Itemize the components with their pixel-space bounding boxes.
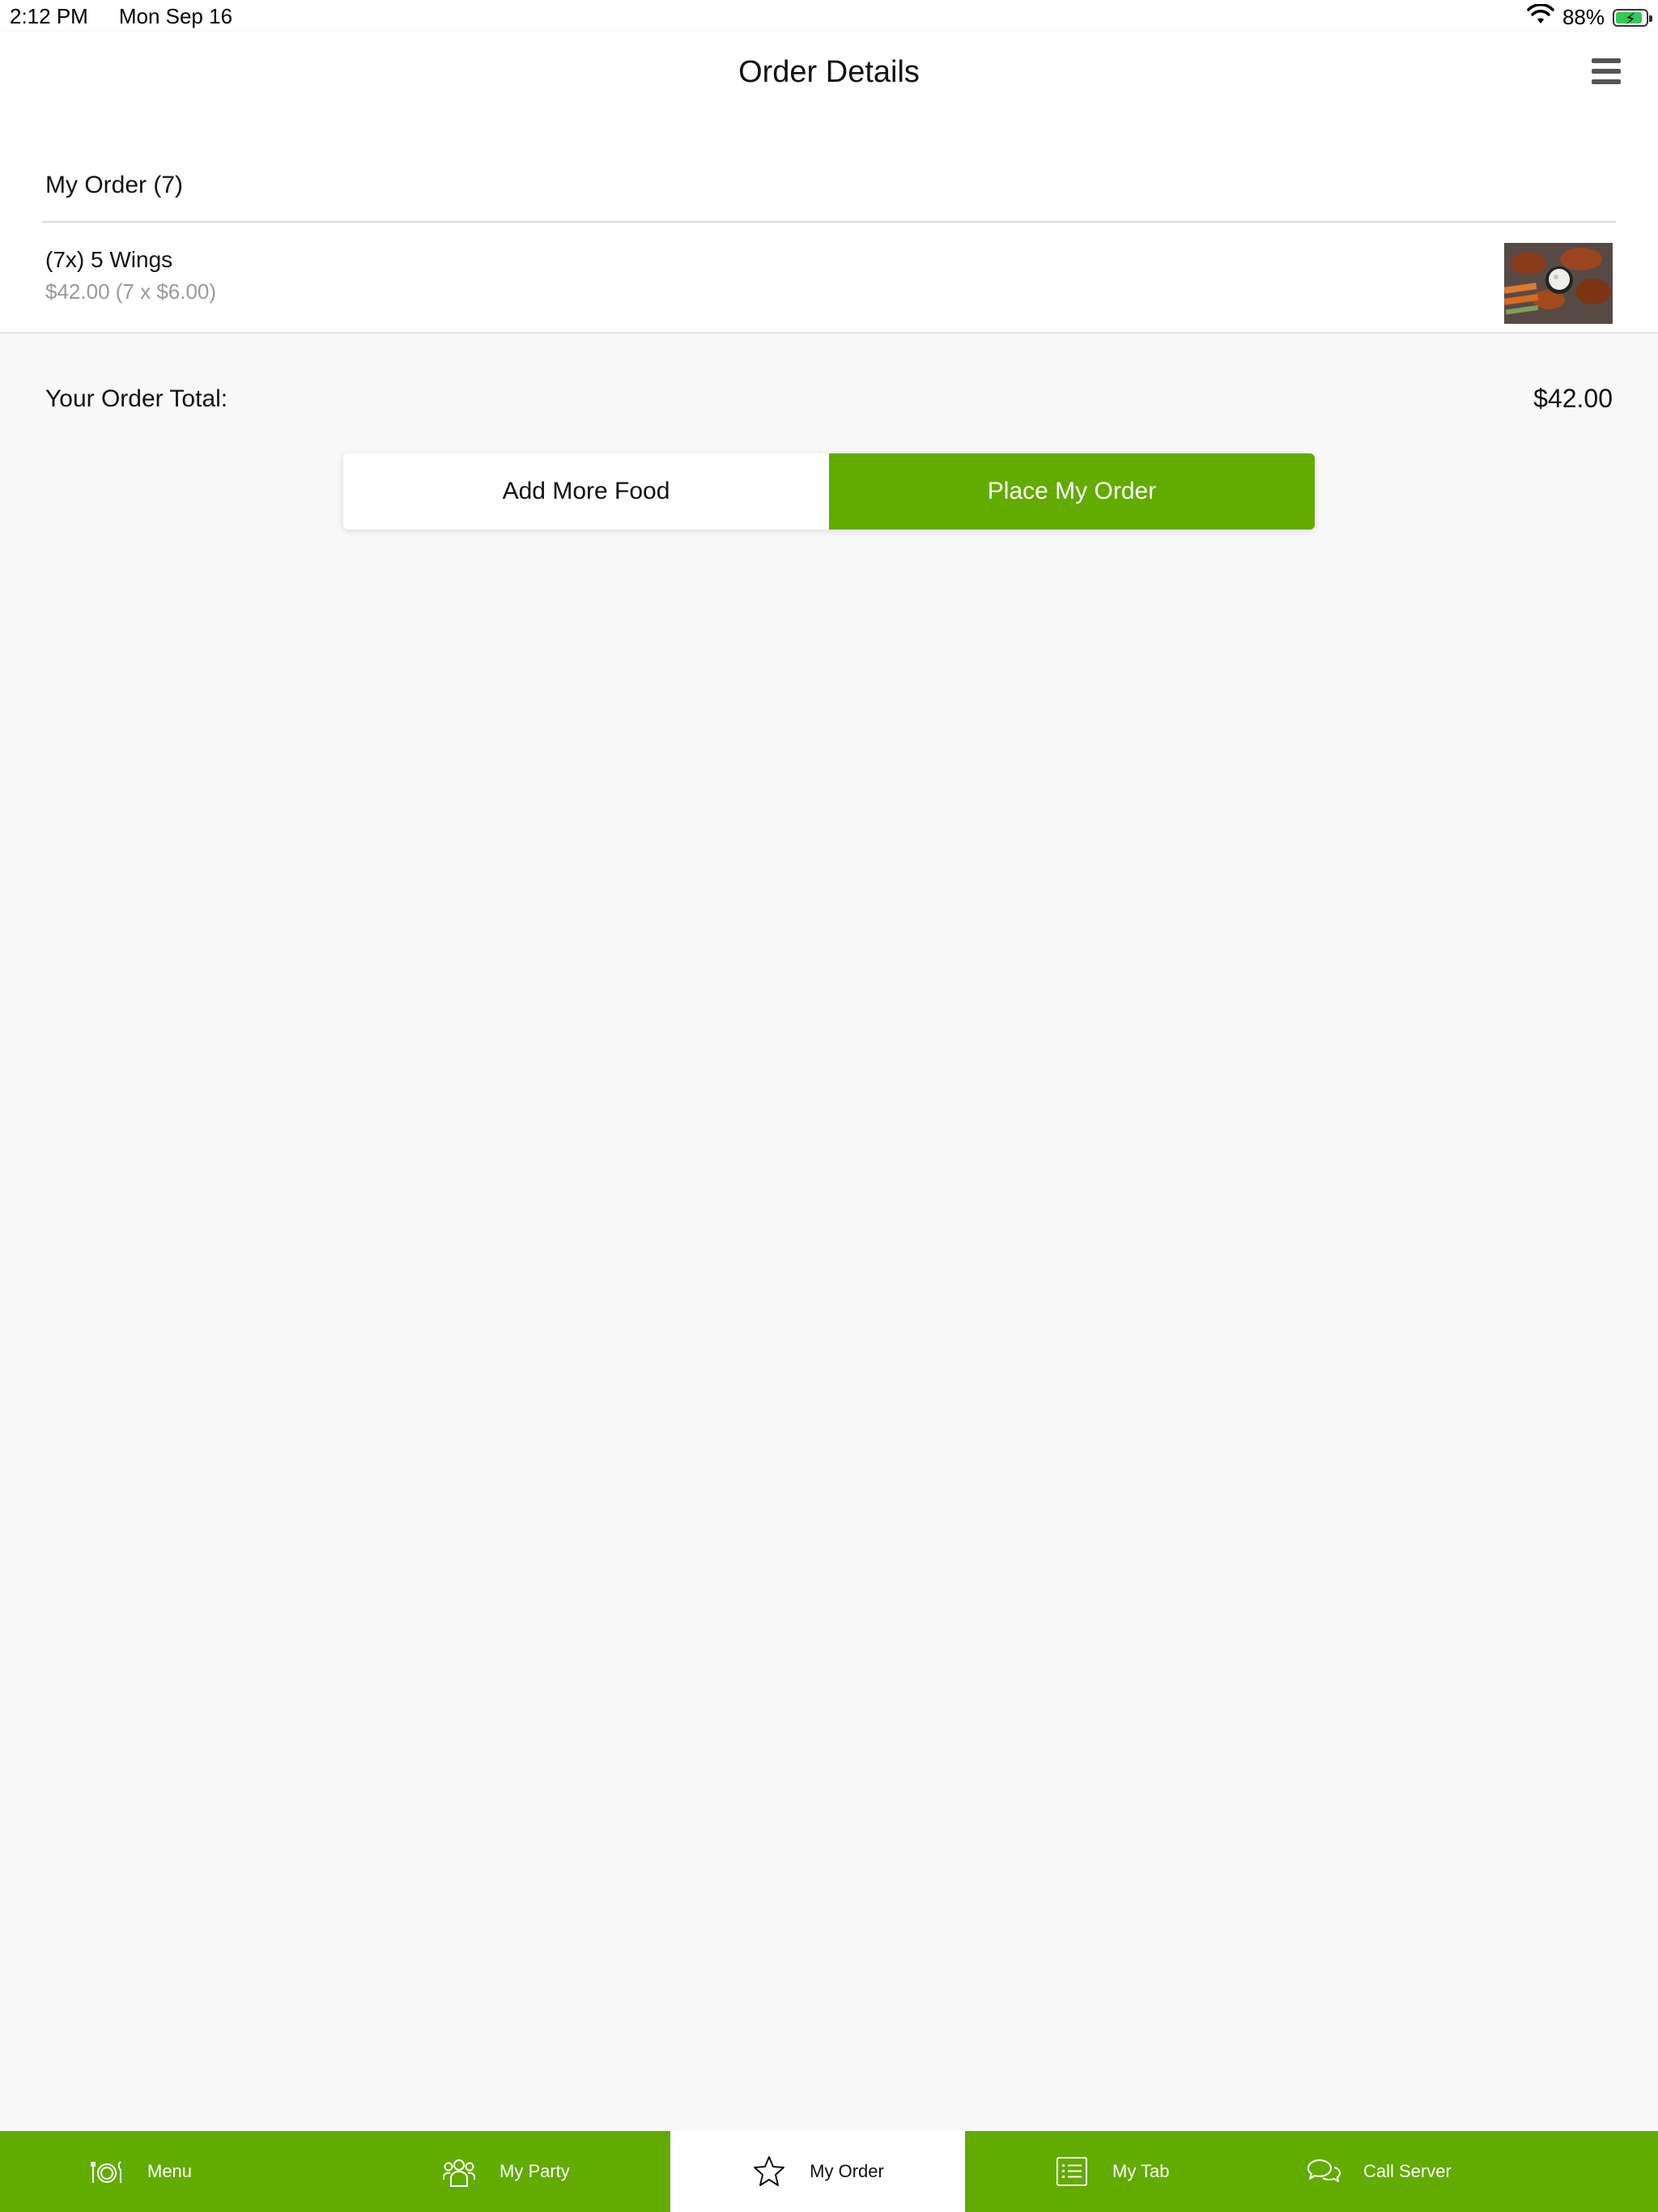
tab-my-tab[interactable]: My Tab: [965, 2131, 1305, 2212]
tab-my-party-label: My Party: [500, 2161, 570, 2181]
tab-call-server-label: Call Server: [1363, 2161, 1452, 2181]
star-icon: [754, 2156, 785, 2186]
order-total-label: Your Order Total:: [45, 385, 228, 412]
list-icon: [1056, 2157, 1087, 2186]
bottom-tab-bar: Menu My Party My Order My Tab Call Serve…: [0, 2131, 1658, 2212]
tab-menu-label: Menu: [147, 2161, 193, 2181]
wifi-icon: [1527, 3, 1554, 31]
tab-my-tab-label: My Tab: [1112, 2161, 1170, 2181]
order-item[interactable]: (7x) 5 Wings $42.00 (7 x $6.00): [0, 223, 1658, 332]
tab-my-order[interactable]: My Order: [670, 2131, 965, 2212]
group-icon: [443, 2159, 475, 2187]
status-date: Mon Sep 16: [118, 4, 233, 28]
chat-bubbles-icon: [1307, 2159, 1341, 2182]
top-app-bar: Order Details: [0, 32, 1658, 113]
order-actions: Add More Food Place My Order: [343, 453, 1315, 530]
order-list-section: My Order (7) (7x) 5 Wings $42.00 (7 x $6…: [0, 113, 1658, 334]
place-my-order-button[interactable]: Place My Order: [829, 453, 1315, 530]
tab-my-party[interactable]: My Party: [336, 2131, 670, 2212]
order-item-price: $42.00 (7 x $6.00): [45, 279, 217, 304]
hamburger-icon[interactable]: [1592, 58, 1624, 87]
order-details-screen: 2:12 PM Mon Sep 16 88% ⚡ Order Details M…: [0, 0, 1658, 2212]
tab-menu[interactable]: Menu: [0, 2131, 336, 2212]
charging-bolt-icon: ⚡: [1625, 10, 1637, 28]
tab-call-server[interactable]: Call Server: [1305, 2131, 1658, 2212]
status-bar: 2:12 PM Mon Sep 16 88% ⚡: [0, 0, 1658, 32]
order-total-value: $42.00: [1533, 384, 1613, 413]
utensils-plate-icon: [91, 2161, 121, 2183]
status-time: 2:12 PM: [10, 4, 88, 28]
add-more-food-button[interactable]: Add More Food: [343, 453, 829, 530]
order-item-name: (7x) 5 Wings: [45, 247, 173, 272]
battery-icon: ⚡: [1613, 8, 1652, 28]
battery-percent: 88%: [1562, 5, 1605, 29]
tab-my-order-label: My Order: [810, 2161, 884, 2181]
page-title: Order Details: [738, 55, 920, 89]
wings-photo: [1504, 243, 1613, 324]
order-heading: My Order (7): [45, 172, 184, 198]
